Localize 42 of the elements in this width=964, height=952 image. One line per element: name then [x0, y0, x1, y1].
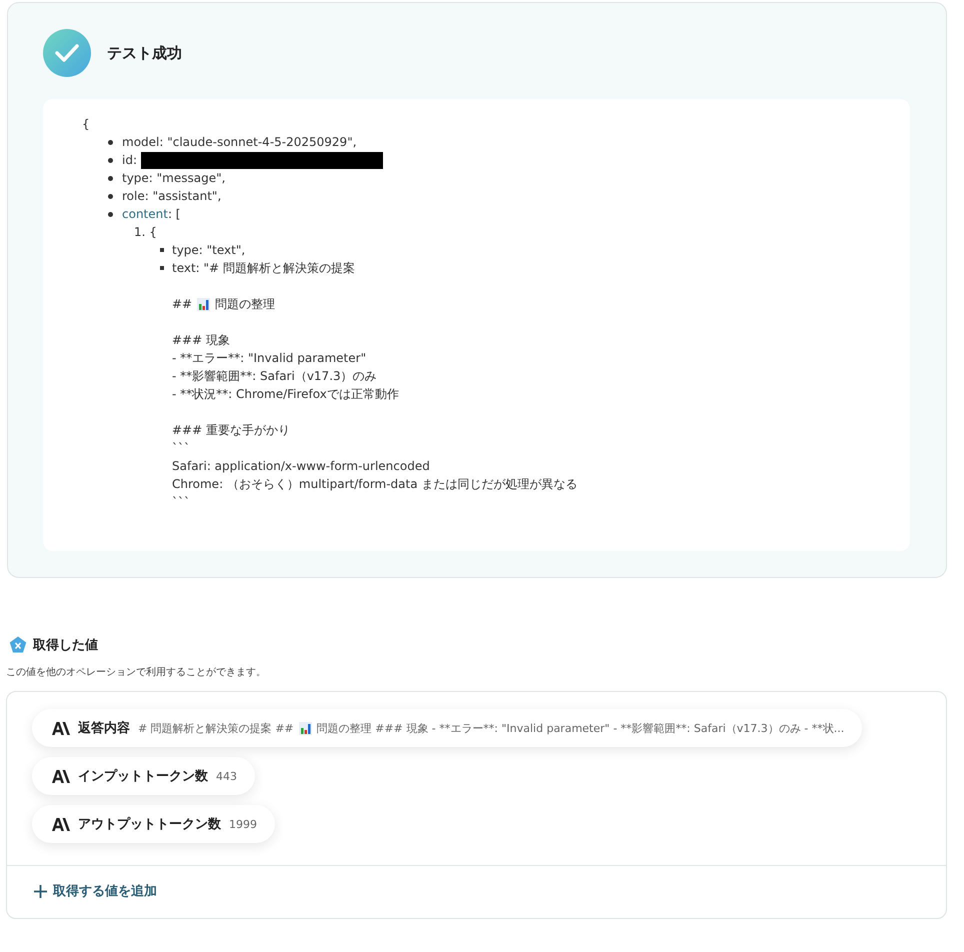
value-chip[interactable]: アウトプットトークン数 1999 [32, 805, 275, 843]
code-line: ### 重要な手がかり [171, 422, 291, 439]
code-line: text: "# 問題解析と解決策の提案 [172, 260, 355, 277]
code-line: 1. { [134, 224, 158, 241]
code-line: - **エラー**: "Invalid parameter" [171, 350, 368, 367]
chip-label: 返答内容 [78, 720, 130, 737]
bar-chart-icon [197, 298, 210, 310]
section-title: 取得した値 [33, 637, 98, 654]
code-line: role: "assistant", [122, 188, 222, 205]
status-title: テスト成功 [107, 44, 182, 62]
add-value-button[interactable]: 取得する値を追加 [34, 882, 157, 900]
chip-label: アウトプットトークン数 [78, 816, 221, 833]
code-line: content: [ [122, 206, 180, 223]
chip-value: 1999 [229, 818, 257, 830]
code-line: ### 現象 [171, 332, 231, 349]
code-line: - **影響範囲**: Safari（v17.3）のみ [171, 368, 378, 385]
chip-value: 問題の整理 ### 現象 - **エラー**: "Invalid parameter" - **影響範囲**: Safari（v17.3）のみ - **状... [316, 720, 844, 736]
value-chip[interactable]: インプットトークン数 443 [32, 757, 255, 795]
code-line: - **状況**: Chrome/Firefoxでは正常動作 [171, 386, 400, 403]
variable-icon [9, 636, 27, 654]
bar-chart-icon [298, 722, 312, 734]
code-line: ``` [171, 440, 191, 457]
code-line: id: [122, 152, 137, 169]
code-line: 問題の整理 [215, 296, 276, 313]
code-line: ``` [171, 494, 191, 511]
section-description: この値を他のオペレーションで利用することができます。 [6, 666, 267, 679]
code-line: { [82, 116, 91, 133]
plus-icon [34, 884, 47, 898]
code-line: type: "message", [122, 170, 226, 187]
value-chip[interactable]: 返答内容 # 問題解析と解決策の提案 ## 問題の整理 ### 現象 - **エラー**: "Invalid parameter" - **影響範囲**: Safari（v17.3）のみ - **状... [32, 709, 862, 747]
code-line: Safari: application/x-www-form-urlencoded [171, 458, 431, 475]
code-line: Chrome: （おそらく）multipart/form-data または同じだが処理が異なる [171, 476, 578, 493]
check-icon [43, 29, 91, 77]
chip-value: 443 [216, 770, 237, 782]
code-line: type: "text", [172, 242, 246, 259]
logo-icon [52, 722, 70, 734]
code-line: model: "claude-sonnet-4-5-20250929", [122, 134, 357, 151]
logo-icon [52, 770, 70, 782]
chip-label: インプットトークン数 [78, 768, 208, 785]
chip-value: # 問題解析と解決策の提案 ## [138, 720, 294, 736]
logo-icon [52, 818, 70, 830]
code-line: ## [172, 296, 192, 313]
